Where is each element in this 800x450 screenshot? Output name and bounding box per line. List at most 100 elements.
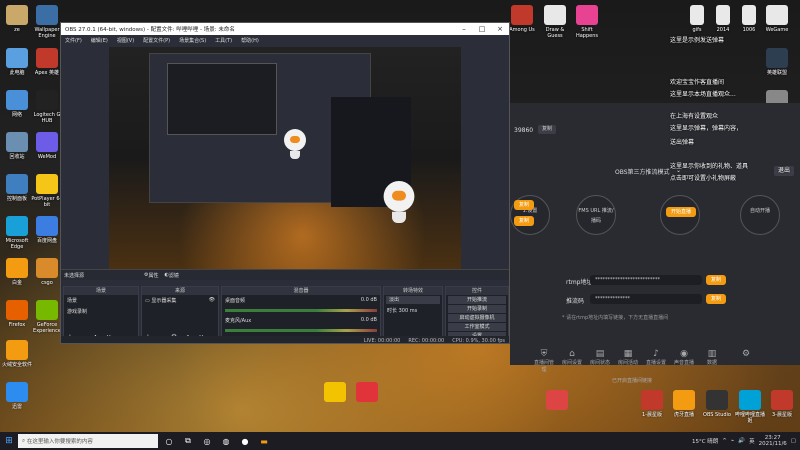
desktop-icon-label: Draw & Guess	[545, 27, 565, 39]
desktop-icon[interactable]: 网络	[0, 90, 34, 118]
room-status-button[interactable]: ▤ 房间状态	[588, 349, 612, 366]
obs-taskbar-icon[interactable]: ●	[237, 434, 253, 448]
copy-url-button[interactable]: 复制	[514, 200, 534, 210]
desktop-icon[interactable]: Among Us	[505, 5, 539, 33]
weather[interactable]: 15°C 晴朗	[692, 437, 718, 445]
desktop-icon[interactable]: Logitech G HUB	[30, 90, 64, 124]
copy-key-button-2[interactable]: 复制	[706, 294, 726, 304]
copy-key-button[interactable]: 复制	[514, 216, 534, 226]
desktop-icon[interactable]: 白金	[0, 258, 34, 286]
rtmp-field[interactable]: **************************	[590, 275, 702, 285]
desktop-icon[interactable]: Microsoft Edge	[0, 216, 34, 250]
obs-titlebar[interactable]: OBS 27.0.1 (64-bit, windows) - 配置文件: 哔哩哔…	[61, 23, 509, 35]
menu-item[interactable]: 视图(V)	[117, 37, 134, 44]
menu-item[interactable]: 工具(T)	[215, 37, 232, 44]
room-settings-button[interactable]: ⌂ 房间设置	[560, 349, 584, 366]
desktop-icon-label: Logitech G HUB	[33, 112, 61, 124]
desktop-icon[interactable]: 回收站	[0, 132, 34, 160]
transition-select[interactable]: 淡出	[386, 296, 440, 304]
cortana-icon[interactable]: ○	[161, 434, 177, 448]
desktop-icon[interactable]: 百度网盘	[30, 216, 64, 244]
rtmp-label: rtmp地址	[566, 279, 593, 286]
data-button[interactable]: ▥ 数据	[700, 349, 724, 366]
desktop-icon[interactable]: 控制面板	[0, 174, 34, 202]
desktop-icon[interactable]: Firefox	[0, 300, 34, 328]
desktop-icon[interactable]: OBS Studio	[700, 390, 734, 418]
duration-input[interactable]: 300 ms	[399, 308, 418, 314]
network-icon[interactable]: ⌁	[731, 438, 734, 444]
desktop-icon-label: 虎牙直播	[673, 412, 694, 418]
close-icon[interactable]: ×	[491, 25, 509, 33]
volume-icon[interactable]: 🔊	[738, 438, 745, 444]
desktop-icon-label: Firefox	[8, 322, 26, 328]
volume-meter[interactable]	[225, 329, 377, 332]
room-manage-button[interactable]: ⛨ 直播间管理	[532, 349, 556, 373]
virtual-camera-button[interactable]: 启动虚拟摄像机	[448, 314, 506, 322]
clock[interactable]: 23:27 2021/11/6	[759, 435, 787, 447]
minimize-icon[interactable]: –	[455, 25, 473, 33]
desktop-icon[interactable]	[350, 382, 384, 404]
copy-room-button[interactable]: 复制	[538, 125, 556, 134]
desktop-icon[interactable]: 此电脑	[0, 48, 34, 76]
exit-button[interactable]: 退出	[774, 166, 795, 176]
desktop-icon[interactable]: 迅雷	[0, 382, 34, 410]
start-recording-button[interactable]: 开始录制	[448, 305, 506, 313]
desktop-icon[interactable]: ze	[0, 5, 34, 33]
desktop-icon[interactable]: 1-晨星版	[635, 390, 669, 418]
obs-preview[interactable]	[109, 47, 461, 269]
scene-item[interactable]: 场景	[64, 295, 138, 306]
desktop-icon[interactable]: WeMod	[30, 132, 64, 160]
menu-item[interactable]: 文件(F)	[65, 37, 82, 44]
desktop-icon-label: 百度网盘	[36, 238, 57, 244]
desktop-icon[interactable]: 火绒安全软件	[0, 340, 34, 368]
tray-chevron-icon[interactable]: ^	[722, 438, 727, 444]
volume-meter[interactable]	[225, 309, 377, 312]
start-streaming-button[interactable]: 开始推流	[448, 296, 506, 304]
live-settings-button[interactable]: ♪ 直播设置	[644, 349, 668, 366]
desktop-icon[interactable]: GeForce Experience	[30, 300, 64, 334]
desktop-icon[interactable]	[540, 390, 574, 412]
browser-icon[interactable]: ◍	[218, 434, 234, 448]
desktop-icon[interactable]: 虎牙直播	[667, 390, 701, 418]
desktop-icon[interactable]: 哔哩哔哩直播姬	[733, 390, 767, 424]
app-icon	[324, 382, 346, 402]
desktop-icon-label: PotPlayer 64 bit	[31, 196, 63, 208]
source-item[interactable]: ▭ 显示器采集 👁	[142, 295, 218, 306]
properties-button[interactable]: 属性	[149, 272, 159, 279]
desktop-icon[interactable]: csgo	[30, 258, 64, 286]
room-activity-button[interactable]: ▦ 房间活动	[616, 349, 640, 366]
obs-window[interactable]: OBS 27.0.1 (64-bit, windows) - 配置文件: 哔哩哔…	[60, 22, 510, 344]
scene-item[interactable]: 游戏录制	[64, 306, 138, 317]
chat-line: 送出弹幕	[670, 139, 695, 146]
menu-item[interactable]: 帮助(H)	[241, 37, 259, 44]
copy-rtmp-button[interactable]: 复制	[706, 275, 726, 285]
desktop-icon[interactable]: 3-晨星版	[765, 390, 799, 418]
notification-icon[interactable]: ▢	[791, 438, 796, 444]
windows-start-icon[interactable]: ⊞	[0, 436, 18, 446]
desktop-icon-label: 迅雷	[11, 404, 22, 410]
maximize-icon[interactable]: □	[473, 25, 491, 33]
gear-icon[interactable]: ⚙	[734, 349, 758, 359]
menu-item[interactable]: 编辑(E)	[91, 37, 108, 44]
eye-icon[interactable]: 👁	[209, 297, 215, 303]
steam-icon[interactable]: ◎	[199, 434, 215, 448]
taskbar-search[interactable]: ⌕ 在这里输入你要搜索的内容	[18, 434, 158, 448]
filters-button[interactable]: 滤镜	[169, 272, 179, 279]
desktop-icon[interactable]: PotPlayer 64 bit	[30, 174, 64, 208]
desktop-icon[interactable]: Apex 英雄	[30, 48, 64, 76]
desktop-icon[interactable]	[318, 382, 352, 404]
voice-live-button[interactable]: ◉ 声音直播	[672, 349, 696, 366]
desktop-icon[interactable]: Shift Happens	[570, 5, 604, 39]
file-explorer-icon[interactable]: ▬	[256, 434, 272, 448]
task-view-icon[interactable]: ⧉	[180, 434, 196, 448]
menu-item[interactable]: 场景集合(S)	[179, 37, 206, 44]
mixer-track: 麦克风/Aux 0.0 dB	[222, 315, 380, 326]
stream-key-field[interactable]: **************	[590, 294, 702, 304]
desktop-icon[interactable]: Draw & Guess	[538, 5, 572, 39]
studio-mode-button[interactable]: 工作室模式	[448, 323, 506, 331]
desktop-icon[interactable]: Wallpaper Engine	[30, 5, 64, 39]
file-icon[interactable]: 1006	[732, 5, 766, 33]
input-lang[interactable]: 英	[749, 437, 755, 445]
menu-item[interactable]: 配置文件(P)	[143, 37, 170, 44]
desktop-icon-label: 此电脑	[9, 70, 25, 76]
